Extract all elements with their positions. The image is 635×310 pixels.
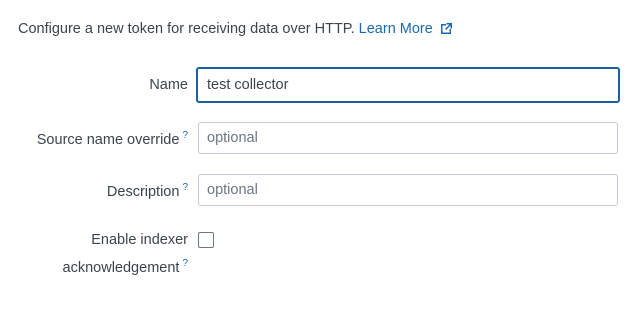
- indexer-ack-label-line2-wrap: acknowledgement?: [63, 252, 188, 280]
- source-name-override-help-icon[interactable]: ?: [182, 130, 188, 141]
- intro-description: Configure a new token for receiving data…: [18, 21, 355, 37]
- indexer-ack-help-icon[interactable]: ?: [182, 258, 188, 269]
- description-help-icon[interactable]: ?: [182, 182, 188, 193]
- description-input[interactable]: [198, 174, 618, 206]
- indexer-ack-label-line2: acknowledgement: [62, 260, 180, 276]
- source-name-override-input[interactable]: [198, 122, 618, 154]
- learn-more-label: Learn More: [358, 21, 433, 37]
- intro-text: Configure a new token for receiving data…: [18, 20, 452, 39]
- indexer-ack-label: Enable indexer acknowledgement?: [63, 229, 188, 280]
- name-label: Name: [149, 74, 188, 96]
- description-label: Description?: [107, 177, 188, 203]
- description-label-text: Description: [106, 184, 180, 200]
- source-name-override-label: Source name override?: [37, 125, 188, 151]
- name-input[interactable]: [196, 67, 620, 103]
- indexer-ack-checkbox[interactable]: [198, 232, 214, 248]
- name-label-text: Name: [149, 77, 188, 93]
- learn-more-link[interactable]: Learn More: [359, 21, 452, 37]
- external-link-icon: [440, 21, 452, 39]
- source-name-override-label-text: Source name override: [36, 132, 180, 148]
- indexer-ack-label-line1: Enable indexer: [91, 232, 188, 248]
